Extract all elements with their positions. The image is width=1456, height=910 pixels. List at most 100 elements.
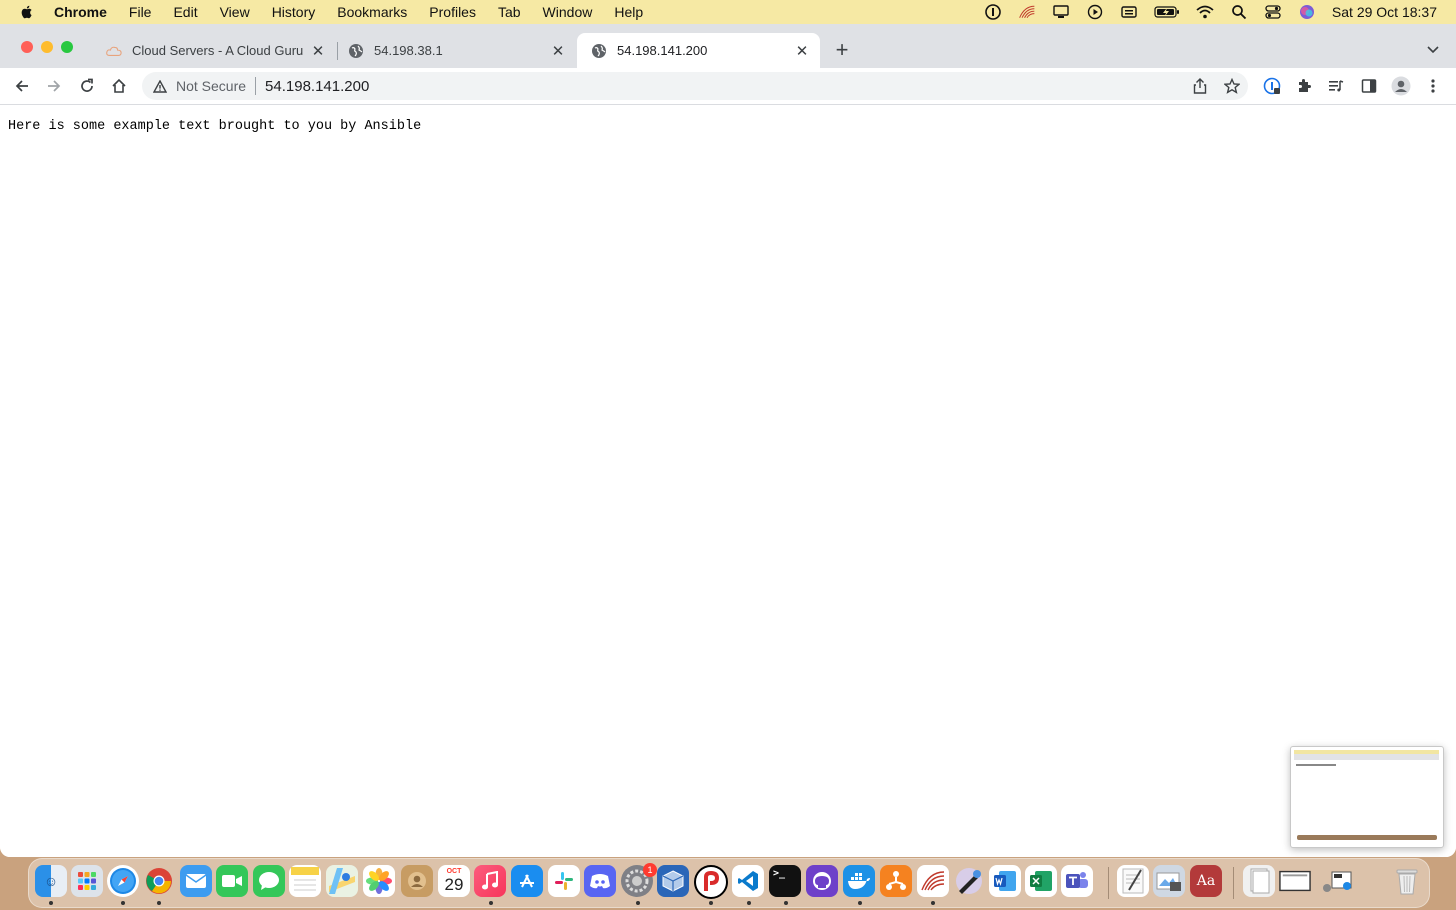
maps-icon[interactable] bbox=[326, 865, 358, 897]
warning-triangle-icon[interactable] bbox=[152, 78, 168, 94]
word-icon[interactable] bbox=[989, 865, 1021, 897]
github-desktop-icon[interactable] bbox=[806, 865, 838, 897]
dock-separator bbox=[1233, 867, 1234, 899]
vscode-icon[interactable] bbox=[732, 865, 764, 897]
reload-button[interactable] bbox=[75, 74, 99, 98]
calendar-day: 29 bbox=[444, 875, 464, 894]
share-icon[interactable] bbox=[1190, 76, 1210, 96]
app-waves-status-icon[interactable] bbox=[1018, 4, 1036, 20]
notification-badge: 1 bbox=[643, 863, 657, 877]
back-button[interactable] bbox=[10, 74, 34, 98]
close-tab-icon[interactable]: ✕ bbox=[550, 43, 566, 60]
control-center-icon[interactable] bbox=[1264, 4, 1282, 20]
close-window-button[interactable] bbox=[21, 41, 33, 53]
extensions-puzzle-icon[interactable] bbox=[1292, 74, 1316, 98]
spotlight-search-icon[interactable] bbox=[1230, 4, 1248, 20]
menu-profiles[interactable]: Profiles bbox=[429, 4, 476, 20]
facetime-icon[interactable] bbox=[216, 865, 248, 897]
sourcetree-icon[interactable] bbox=[880, 865, 912, 897]
mail-icon[interactable] bbox=[180, 865, 212, 897]
tab-cloud-servers[interactable]: Cloud Servers - A Cloud Guru ✕ bbox=[92, 33, 336, 68]
wifi-icon[interactable] bbox=[1196, 4, 1214, 20]
menu-bar-status-area: Sat 29 Oct 18:37 bbox=[976, 0, 1456, 24]
battery-icon[interactable] bbox=[1154, 4, 1180, 20]
bookmark-star-icon[interactable] bbox=[1222, 76, 1242, 96]
running-indicator bbox=[858, 901, 862, 905]
music-icon[interactable] bbox=[474, 865, 506, 897]
onepassword-extension-icon[interactable] bbox=[1260, 74, 1284, 98]
screenshot-thumbnail-preview[interactable] bbox=[1290, 746, 1444, 848]
launchpad-icon[interactable] bbox=[71, 865, 103, 897]
documents-stack-icon[interactable] bbox=[1243, 865, 1275, 897]
virtualbox-icon[interactable] bbox=[657, 865, 689, 897]
calendar-icon[interactable]: OCT 29 bbox=[438, 865, 470, 897]
siri-icon[interactable] bbox=[1298, 4, 1316, 20]
new-tab-button[interactable]: + bbox=[832, 37, 852, 62]
home-button[interactable] bbox=[107, 74, 131, 98]
discord-icon[interactable] bbox=[584, 865, 616, 897]
play-status-icon[interactable] bbox=[1086, 4, 1104, 20]
zoom-window-button[interactable] bbox=[61, 41, 73, 53]
menu-bookmarks[interactable]: Bookmarks bbox=[337, 4, 407, 20]
minimize-window-button[interactable] bbox=[41, 41, 53, 53]
running-indicator bbox=[931, 901, 935, 905]
excel-icon[interactable] bbox=[1025, 865, 1057, 897]
address-bar[interactable]: Not Secure 54.198.141.200 bbox=[142, 72, 1248, 100]
menu-file[interactable]: File bbox=[129, 4, 152, 20]
browser-toolbar: Not Secure 54.198.141.200 bbox=[0, 68, 1456, 105]
dock-separator bbox=[1108, 867, 1109, 899]
menu-edit[interactable]: Edit bbox=[173, 4, 197, 20]
teams-icon[interactable] bbox=[1061, 865, 1093, 897]
close-tab-icon[interactable]: ✕ bbox=[794, 43, 810, 60]
side-panel-icon[interactable] bbox=[1357, 74, 1381, 98]
close-tab-icon[interactable]: ✕ bbox=[310, 43, 326, 60]
screenshot-stack-icon[interactable] bbox=[1279, 865, 1311, 897]
running-indicator bbox=[709, 901, 713, 905]
apple-icon[interactable] bbox=[19, 4, 35, 20]
terminal-icon[interactable]: >_ bbox=[769, 865, 801, 897]
onepassword-status-icon[interactable] bbox=[984, 4, 1002, 20]
docker-icon[interactable] bbox=[843, 865, 875, 897]
macos-menu-bar: Chrome File Edit View History Bookmarks … bbox=[0, 0, 1456, 24]
notes-icon[interactable] bbox=[289, 865, 321, 897]
tab-search-chevron-icon[interactable] bbox=[1424, 42, 1442, 58]
downloads-stack-icon[interactable] bbox=[1321, 865, 1353, 897]
menu-help[interactable]: Help bbox=[614, 4, 643, 20]
security-status-label[interactable]: Not Secure bbox=[176, 78, 246, 94]
messages-icon[interactable] bbox=[253, 865, 285, 897]
tab-title: Cloud Servers - A Cloud Guru bbox=[132, 43, 304, 58]
forward-button[interactable] bbox=[42, 74, 66, 98]
profile-avatar[interactable] bbox=[1389, 74, 1413, 98]
safari-icon[interactable] bbox=[107, 865, 139, 897]
tab-ip-1[interactable]: 54.198.38.1 ✕ bbox=[334, 33, 576, 68]
parallels-icon[interactable] bbox=[694, 865, 728, 899]
url-text[interactable]: 54.198.141.200 bbox=[265, 78, 369, 95]
photos-icon[interactable] bbox=[363, 865, 395, 897]
trash-icon[interactable] bbox=[1391, 865, 1423, 897]
tab-ip-2-active[interactable]: 54.198.141.200 ✕ bbox=[577, 33, 820, 68]
chrome-icon[interactable] bbox=[143, 865, 175, 897]
app-store-icon[interactable] bbox=[511, 865, 543, 897]
display-status-icon[interactable] bbox=[1052, 4, 1070, 20]
contacts-icon[interactable] bbox=[401, 865, 433, 897]
dictionary-label: Aa bbox=[1196, 873, 1216, 889]
browser-window: Cloud Servers - A Cloud Guru ✕ 54.198.38… bbox=[0, 24, 1456, 857]
menu-view[interactable]: View bbox=[220, 4, 250, 20]
screenbrush-icon[interactable] bbox=[953, 865, 985, 897]
running-indicator bbox=[784, 901, 788, 905]
slack-icon[interactable] bbox=[548, 865, 580, 897]
waves-app-icon[interactable] bbox=[917, 865, 949, 897]
menu-history[interactable]: History bbox=[272, 4, 316, 20]
running-indicator bbox=[157, 901, 161, 905]
chrome-menu-icon[interactable] bbox=[1421, 74, 1445, 98]
dictionary-icon[interactable]: Aa bbox=[1190, 865, 1222, 897]
media-controls-icon[interactable] bbox=[1324, 74, 1348, 98]
menu-bar-clock[interactable]: Sat 29 Oct 18:37 bbox=[1332, 4, 1437, 20]
menu-tab[interactable]: Tab bbox=[498, 4, 521, 20]
finder-icon[interactable]: ☺ bbox=[35, 865, 67, 897]
textedit-icon[interactable] bbox=[1117, 865, 1149, 897]
menu-app-name[interactable]: Chrome bbox=[54, 4, 107, 20]
keyboard-status-icon[interactable] bbox=[1120, 4, 1138, 20]
menu-window[interactable]: Window bbox=[543, 4, 593, 20]
preview-icon[interactable] bbox=[1153, 865, 1185, 897]
